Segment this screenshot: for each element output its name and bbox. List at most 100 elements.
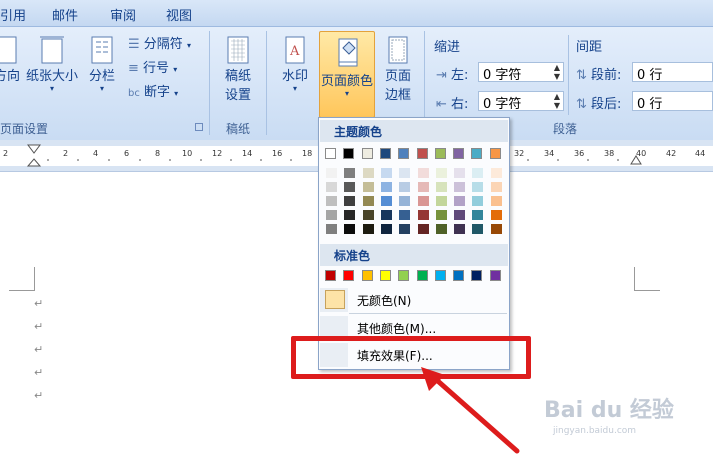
columns-button[interactable]: 分栏 ▾	[86, 35, 118, 93]
theme-shade-swatch[interactable]	[435, 224, 447, 234]
theme-shade-swatch[interactable]	[326, 210, 337, 220]
theme-shade-swatch[interactable]	[344, 182, 356, 192]
line-numbers-button[interactable]: ≡ 行号 ▾	[128, 57, 177, 76]
theme-shade-swatch[interactable]	[490, 210, 502, 220]
theme-shade-swatch[interactable]	[472, 210, 484, 220]
draft-settings-button[interactable]: 稿纸 设置	[218, 35, 258, 103]
theme-shade-swatch[interactable]	[380, 210, 392, 220]
page-setup-launcher-icon[interactable]	[195, 123, 203, 131]
standard-color-swatch[interactable]	[325, 270, 336, 281]
theme-color-swatch[interactable]	[471, 148, 483, 159]
theme-shade-swatch[interactable]	[380, 182, 392, 192]
indent-left-input[interactable]: 0 字符 ▲ ▼	[478, 62, 564, 83]
theme-shade-swatch[interactable]	[490, 182, 502, 192]
theme-shade-swatch[interactable]	[417, 224, 429, 234]
standard-color-swatch[interactable]	[343, 270, 355, 281]
indent-marker-icon[interactable]	[27, 144, 41, 170]
standard-color-swatch[interactable]	[398, 270, 410, 281]
theme-shade-swatch[interactable]	[344, 210, 356, 220]
theme-shade-swatch[interactable]	[435, 196, 447, 206]
theme-color-swatch[interactable]	[398, 148, 410, 159]
standard-color-swatch[interactable]	[361, 270, 373, 281]
annotation-arrow-icon	[421, 367, 520, 454]
tab-review[interactable]: 审阅	[110, 5, 136, 24]
theme-shade-swatch[interactable]	[472, 182, 484, 192]
theme-shade-swatch[interactable]	[399, 196, 411, 206]
standard-color-swatch[interactable]	[471, 270, 483, 281]
theme-color-swatch[interactable]	[379, 148, 391, 159]
standard-color-swatch[interactable]	[453, 270, 465, 281]
spinner-arrows-icon[interactable]: ▲ ▼	[554, 92, 560, 110]
page-color-button[interactable]: 页面颜色 ▾	[319, 31, 375, 118]
theme-shade-swatch[interactable]	[490, 168, 502, 178]
theme-shade-swatch[interactable]	[326, 224, 337, 234]
theme-shade-swatch[interactable]	[344, 168, 356, 178]
theme-shade-swatch[interactable]	[362, 196, 374, 206]
theme-shade-swatch[interactable]	[399, 224, 411, 234]
svg-text:A: A	[289, 44, 300, 59]
theme-color-swatch[interactable]	[434, 148, 446, 159]
orientation-button[interactable]: 方向	[0, 35, 22, 84]
theme-shade-swatch[interactable]	[380, 224, 392, 234]
theme-shade-swatch[interactable]	[362, 182, 374, 192]
theme-shade-swatch[interactable]	[344, 196, 356, 206]
theme-shade-swatch[interactable]	[326, 168, 337, 178]
indent-left-icon: ⇥	[436, 68, 447, 83]
standard-color-swatch[interactable]	[416, 270, 428, 281]
theme-shade-swatch[interactable]	[417, 196, 429, 206]
page-size-button[interactable]: 纸张大小 ▾	[24, 35, 80, 93]
tab-view[interactable]: 视图	[166, 5, 192, 24]
hyphenation-button[interactable]: bc 断字 ▾	[128, 81, 178, 100]
tab-references[interactable]: 引用	[0, 5, 26, 24]
page-border-button[interactable]: 页面 边框	[380, 35, 416, 103]
theme-color-swatch[interactable]	[361, 148, 373, 159]
theme-shade-swatch[interactable]	[362, 210, 374, 220]
theme-shade-swatch[interactable]	[380, 196, 392, 206]
theme-shade-swatch[interactable]	[472, 224, 484, 234]
theme-color-swatch[interactable]	[453, 148, 465, 159]
theme-shade-swatch[interactable]	[362, 168, 374, 178]
theme-shade-swatch[interactable]	[435, 168, 447, 178]
theme-color-swatch[interactable]	[325, 148, 336, 159]
theme-shade-swatch[interactable]	[454, 168, 466, 178]
theme-shade-swatch[interactable]	[454, 196, 466, 206]
theme-color-swatch[interactable]	[489, 148, 501, 159]
theme-shade-swatch[interactable]	[380, 168, 392, 178]
theme-shade-swatch[interactable]	[362, 224, 374, 234]
theme-shade-swatch[interactable]	[417, 168, 429, 178]
theme-shade-swatch[interactable]	[435, 210, 447, 220]
group-divider	[568, 35, 569, 115]
theme-shade-swatch[interactable]	[490, 196, 502, 206]
paragraph-mark-icon: ↵	[34, 297, 44, 310]
theme-shade-swatch[interactable]	[472, 168, 484, 178]
breaks-button[interactable]: ☰ 分隔符 ▾	[128, 33, 191, 52]
theme-shade-swatch[interactable]	[399, 210, 411, 220]
theme-shade-swatch[interactable]	[417, 182, 429, 192]
theme-color-swatch[interactable]	[416, 148, 428, 159]
theme-shade-swatch[interactable]	[417, 210, 429, 220]
theme-shade-swatch[interactable]	[399, 168, 411, 178]
theme-shade-swatch[interactable]	[435, 182, 447, 192]
indent-right-input[interactable]: 0 字符 ▲ ▼	[478, 91, 564, 112]
spinner-arrows-icon[interactable]: ▲ ▼	[554, 63, 560, 81]
tab-mailings[interactable]: 邮件	[52, 5, 78, 24]
theme-shade-swatch[interactable]	[454, 224, 466, 234]
standard-color-swatch[interactable]	[434, 270, 446, 281]
theme-color-swatch[interactable]	[343, 148, 355, 159]
theme-shade-swatch[interactable]	[454, 210, 466, 220]
theme-shade-swatch[interactable]	[454, 182, 466, 192]
watermark-button[interactable]: A 水印 ▾	[278, 35, 312, 93]
no-color-item[interactable]: 无颜色(N)	[320, 288, 508, 312]
standard-color-swatch[interactable]	[379, 270, 391, 281]
theme-shade-swatch[interactable]	[326, 182, 337, 192]
theme-shade-swatch[interactable]	[490, 224, 502, 234]
spacing-label: 间距	[576, 40, 603, 55]
theme-shade-swatch[interactable]	[326, 196, 337, 206]
theme-shade-swatch[interactable]	[344, 224, 356, 234]
spacing-before-input[interactable]: 0 行	[632, 62, 713, 83]
spacing-after-input[interactable]: 0 行	[632, 91, 713, 112]
standard-color-swatch[interactable]	[489, 270, 501, 281]
theme-shade-swatch[interactable]	[472, 196, 484, 206]
theme-shade-swatch[interactable]	[399, 182, 411, 192]
draft-group-label: 稿纸	[226, 122, 251, 136]
